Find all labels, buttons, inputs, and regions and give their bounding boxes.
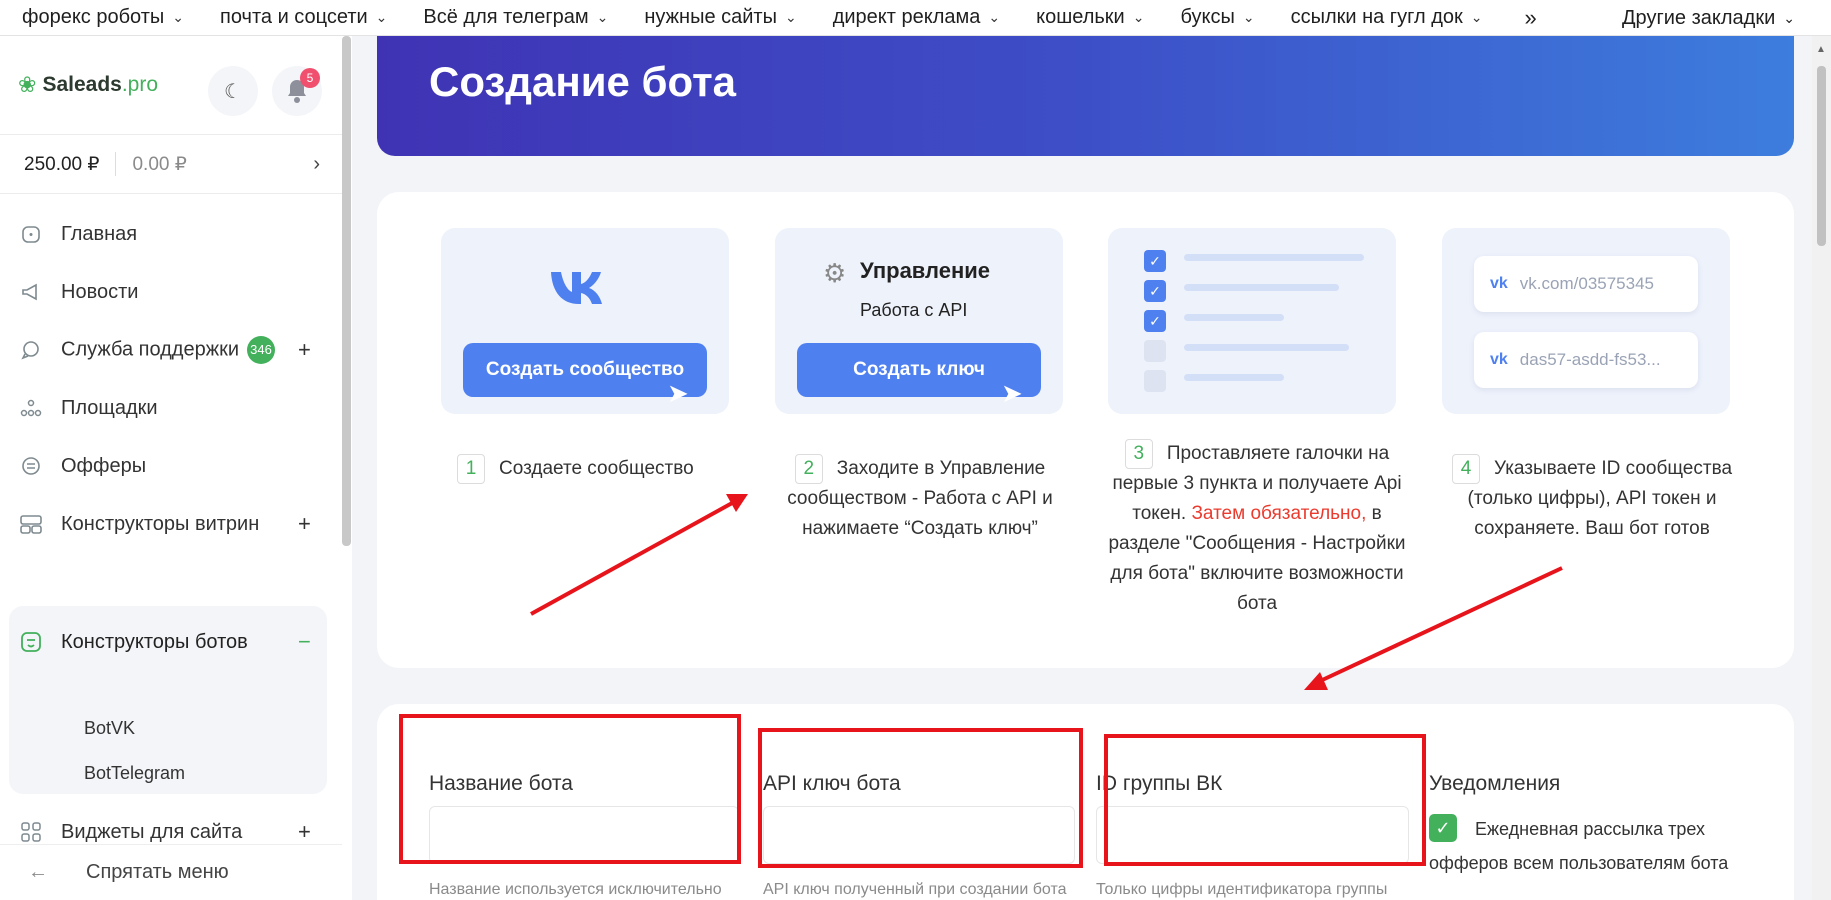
annotation-arrow-line	[1317, 566, 1563, 684]
annotation-box-bot-name	[399, 714, 741, 864]
scrollbar-thumb[interactable]	[1817, 66, 1826, 246]
scroll-up-icon[interactable]: ▲	[1816, 44, 1826, 55]
annotation-box-vk-group-id	[1104, 734, 1426, 866]
annotation-arrow-line	[530, 500, 735, 616]
annotation-box-api-key	[758, 728, 1083, 868]
page-scrollbar[interactable]: ▲	[1812, 36, 1831, 900]
